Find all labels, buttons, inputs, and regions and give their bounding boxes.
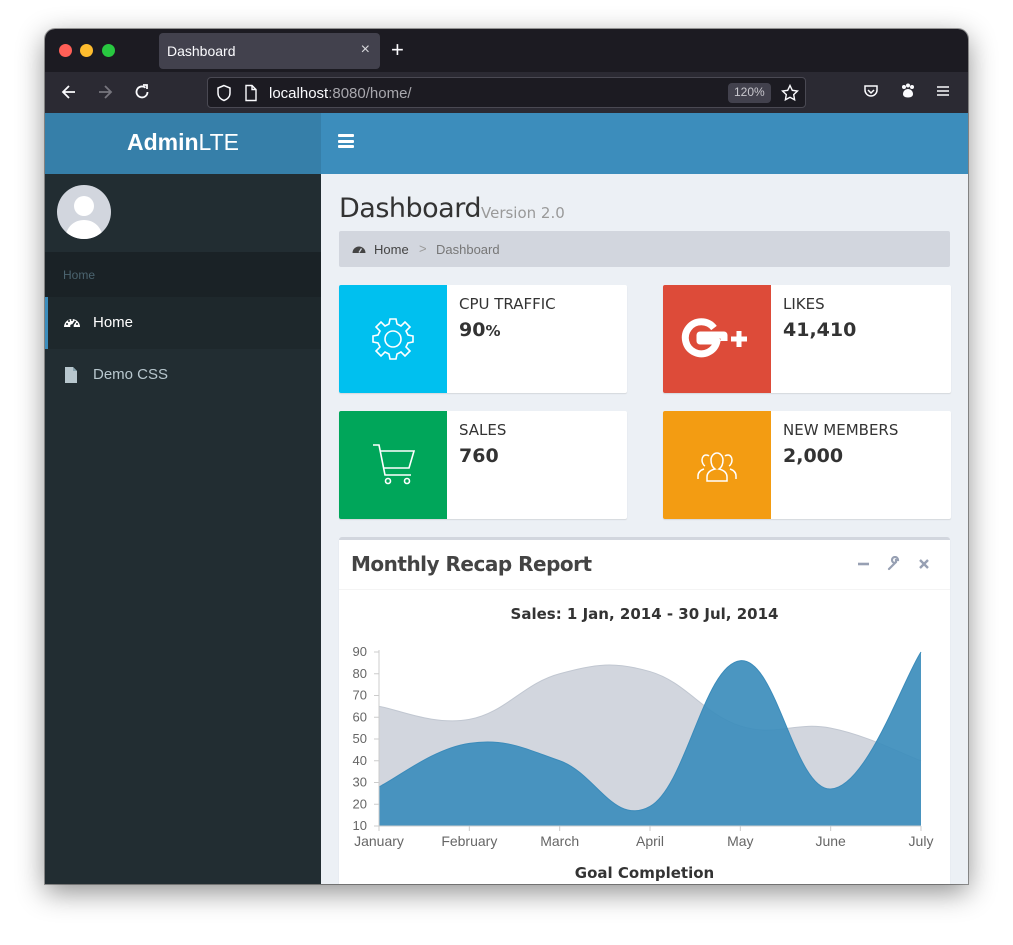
- x-tick-label: February: [441, 833, 497, 849]
- navigation-bar: localhost:8080/home/ 120%: [45, 72, 968, 113]
- sidebar-item-demo-css[interactable]: Demo CSS: [45, 349, 321, 401]
- dashboard-icon: [352, 243, 366, 255]
- sales-area-chart: 10 20 30 40 50 60 70 80 90 January February March Ap…: [353, 644, 934, 849]
- forward-icon[interactable]: [97, 82, 113, 106]
- y-tick-label: 90: [353, 644, 367, 659]
- x-tick-label: April: [636, 833, 664, 849]
- bookmark-star-icon[interactable]: [780, 83, 800, 107]
- y-tick-label: 20: [353, 796, 367, 811]
- shopping-cart-icon: [339, 411, 447, 519]
- monthly-recap-box: Monthly Recap Report Sales: 1 Jan, 2014 …: [339, 537, 950, 884]
- info-box-new-members: NEW MEMBERS 2,000: [663, 411, 951, 519]
- minimize-window-button[interactable]: [80, 44, 93, 57]
- logo-light: LTE: [198, 129, 240, 155]
- y-tick-label: 10: [353, 818, 367, 833]
- breadcrumb-home-link[interactable]: Home: [374, 242, 409, 257]
- box-divider: [339, 589, 950, 590]
- url-host: localhost: [269, 85, 329, 102]
- adminlte-app: AdminLTE Home Home Demo CSS Dashboard Ve…: [45, 113, 968, 884]
- browser-window: Dashboard × + localhost:8080/home/ 120%: [45, 29, 968, 884]
- sidebar-item-label: Home: [93, 314, 134, 331]
- close-icon[interactable]: [916, 556, 932, 572]
- logo-bold: Admin: [126, 129, 199, 155]
- file-icon: [63, 366, 81, 384]
- info-box-value: 2,000: [783, 445, 844, 467]
- tab-title: Dashboard: [167, 43, 236, 59]
- breadcrumb: Home > Dashboard: [339, 231, 950, 267]
- close-window-button[interactable]: [59, 44, 72, 57]
- shield-icon[interactable]: [216, 84, 232, 107]
- info-box-label: CPU TRAFFIC: [459, 295, 556, 313]
- x-tick-label: June: [815, 833, 846, 849]
- x-tick-label: January: [354, 833, 404, 849]
- google-plus-icon: [663, 285, 771, 393]
- info-box-cpu-traffic: CPU TRAFFIC 90%: [339, 285, 627, 393]
- zoom-level-badge[interactable]: 120%: [728, 83, 771, 103]
- info-box-label: NEW MEMBERS: [783, 421, 899, 439]
- menu-icon[interactable]: [935, 82, 951, 104]
- x-tick-label: May: [727, 833, 753, 849]
- url-text[interactable]: localhost:8080/home/: [269, 85, 412, 102]
- avatar: [57, 185, 111, 239]
- sidebar-item-label: Demo CSS: [93, 366, 169, 383]
- page-title: Dashboard: [339, 193, 481, 224]
- info-box-value: 760: [459, 445, 499, 467]
- sidebar: Home Home Demo CSS: [45, 174, 321, 884]
- y-tick-label: 70: [353, 688, 367, 703]
- logo[interactable]: AdminLTE: [45, 113, 321, 174]
- extension-paw-icon[interactable]: [899, 82, 917, 104]
- box-tools: [856, 555, 936, 572]
- info-box-value: 90: [459, 319, 486, 341]
- y-tick-label: 60: [353, 709, 367, 724]
- back-icon[interactable]: [61, 82, 77, 106]
- wrench-icon[interactable]: [886, 555, 902, 572]
- content-wrapper: Dashboard Version 2.0 Home > Dashboard C…: [321, 174, 968, 884]
- info-box-unit: %: [485, 322, 501, 340]
- y-tick-label: 80: [353, 666, 367, 681]
- x-tick-label: July: [909, 833, 934, 849]
- page-icon: [244, 84, 258, 107]
- chart-title: Sales: 1 Jan, 2014 - 30 Jul, 2014: [510, 605, 779, 623]
- main-header: [321, 113, 968, 174]
- sidebar-toggle-icon[interactable]: [338, 134, 354, 148]
- tab-bar: Dashboard × +: [45, 29, 968, 72]
- box-title: Monthly Recap Report: [351, 552, 592, 576]
- gear-icon: [339, 285, 447, 393]
- page-subtitle: Version 2.0: [481, 204, 565, 222]
- info-box-value: 41,410: [783, 319, 857, 341]
- user-panel: [45, 174, 321, 252]
- sidebar-header: Home: [45, 252, 321, 297]
- breadcrumb-current: Dashboard: [436, 242, 500, 257]
- y-tick-label: 40: [353, 753, 367, 768]
- info-box-number: 90%: [459, 319, 500, 341]
- users-icon: [663, 411, 771, 519]
- info-box-sales: SALES 760: [339, 411, 627, 519]
- sidebar-item-home[interactable]: Home: [45, 297, 321, 349]
- new-tab-button[interactable]: +: [391, 37, 404, 63]
- pocket-icon[interactable]: [863, 82, 879, 104]
- url-bar[interactable]: localhost:8080/home/ 120%: [207, 77, 806, 108]
- breadcrumb-separator: >: [419, 241, 427, 256]
- info-box-label: SALES: [459, 421, 507, 439]
- goal-completion-title: Goal Completion: [574, 864, 715, 882]
- info-box-label: LIKES: [783, 295, 825, 313]
- maximize-window-button[interactable]: [102, 44, 115, 57]
- y-tick-label: 50: [353, 731, 367, 746]
- minus-icon[interactable]: [856, 556, 872, 572]
- dashboard-icon: [63, 314, 81, 332]
- info-box-likes: LIKES 41,410: [663, 285, 951, 393]
- x-tick-label: March: [540, 833, 579, 849]
- reload-icon[interactable]: [133, 82, 151, 106]
- url-path: :8080/home/: [328, 85, 412, 102]
- y-tick-label: 30: [353, 775, 367, 790]
- browser-tab[interactable]: Dashboard ×: [159, 33, 380, 69]
- tab-close-icon[interactable]: ×: [361, 41, 370, 59]
